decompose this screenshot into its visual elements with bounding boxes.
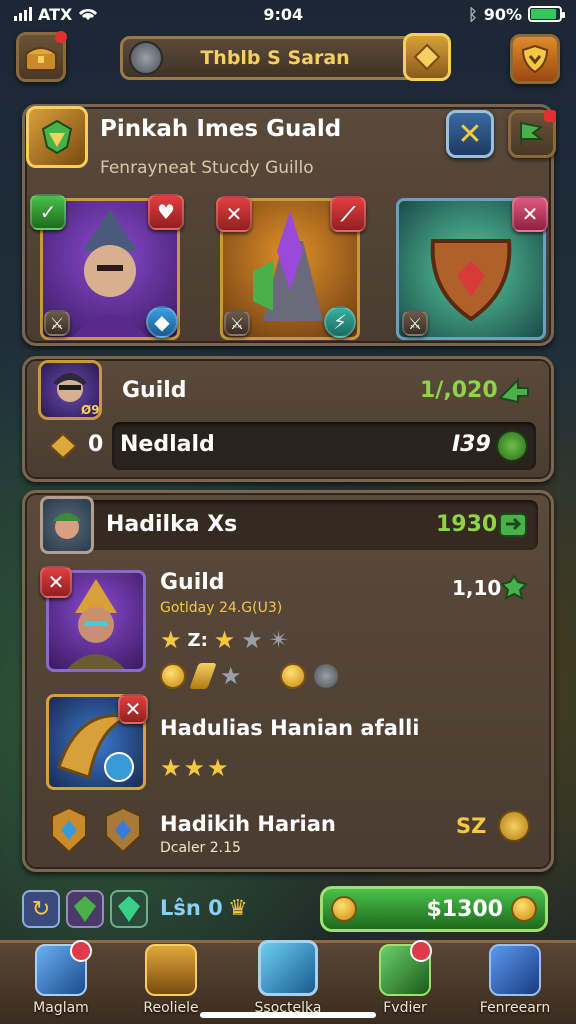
- star-empty-icon: ★: [241, 626, 263, 654]
- heart-badge: ♥: [148, 194, 184, 230]
- close-badge[interactable]: ✕: [512, 196, 548, 232]
- coin-icon: [160, 663, 186, 689]
- crystal-icon: [489, 944, 541, 996]
- bolt-badge: ⚡: [324, 306, 356, 338]
- wifi-icon: [79, 9, 98, 20]
- arrow-right-icon[interactable]: [496, 508, 530, 540]
- entry1-value: 1,10: [452, 576, 502, 600]
- entry3-value: SZ: [456, 814, 487, 838]
- close-badge[interactable]: ✕: [118, 694, 148, 724]
- currency-button[interactable]: $1300: [320, 886, 548, 932]
- sword-badge: ⚔: [44, 310, 70, 336]
- emblem-icon-1[interactable]: [48, 806, 90, 854]
- gold-x-icon: ✕: [457, 116, 483, 152]
- check-badge: ✓: [30, 194, 66, 230]
- inventory-chest-button[interactable]: [16, 31, 67, 82]
- guild-flag-button[interactable]: [508, 110, 556, 158]
- coin-icon: [511, 896, 537, 922]
- star-icon: ★: [160, 626, 182, 654]
- gem-button-1[interactable]: [66, 890, 104, 928]
- sword-badge: ⚔: [224, 310, 250, 336]
- tab-label: Reoliele: [143, 1000, 199, 1016]
- settings-gear-icon[interactable]: [129, 41, 163, 75]
- tab-label: Fvdier: [383, 1000, 427, 1016]
- medal-label: Nedlald: [120, 432, 215, 457]
- entry2-title: Hadulias Hanian afalli: [160, 716, 420, 740]
- signal-icon: [14, 7, 32, 21]
- flag-icon: [520, 121, 544, 145]
- shield-icon: [521, 44, 549, 74]
- tab-fenreearn[interactable]: Fenreearn: [460, 940, 570, 1024]
- medal-count: 0: [88, 432, 104, 457]
- star-broken-icon: ✴: [268, 626, 289, 654]
- shield-button[interactable]: [510, 34, 560, 84]
- hero-header-value: 1930: [436, 512, 498, 537]
- bottom-label: Lŝn 0: [160, 896, 223, 920]
- close-badge[interactable]: ✕: [216, 196, 252, 232]
- guild-subtitle: Fenrayneat Stucdy Guillo: [100, 158, 314, 178]
- star-empty-icon: ★: [220, 662, 242, 690]
- header-bar: Thblb S Saran 8: [120, 33, 451, 81]
- crown-icon: ♛: [228, 896, 248, 921]
- medal-icon[interactable]: [496, 430, 528, 462]
- star-icon: ★: [207, 754, 231, 782]
- tab-label: Maglam: [33, 1000, 89, 1016]
- star-icon: ★: [160, 754, 184, 782]
- entry1-subtitle: Gotlday 24.G(U3): [160, 600, 283, 616]
- refresh-button[interactable]: ↻: [22, 890, 60, 928]
- bluetooth-icon: ᛒ: [468, 4, 478, 24]
- close-badge[interactable]: ✕: [40, 566, 72, 598]
- hero-header-label: Hadilka Xs: [106, 512, 238, 537]
- entry2-stars: ★★★: [160, 754, 231, 782]
- home-indicator[interactable]: [200, 1012, 376, 1018]
- coin-icon: [331, 896, 357, 922]
- crystal-icon: [258, 940, 318, 996]
- status-bar: ATX 9:04 ᛒ 90%: [0, 0, 576, 28]
- emblem-icon-2[interactable]: [102, 806, 144, 854]
- entry3-title: Hadikih Harian: [160, 812, 336, 836]
- shield-badge: ◆: [146, 306, 178, 338]
- rating-row: ★ Z: ★ ★ ✴: [160, 626, 289, 654]
- notification-heart: [410, 940, 432, 962]
- coin-icon: [279, 663, 306, 689]
- rewards-row: ★: [160, 662, 338, 690]
- star-icon: ★: [183, 754, 208, 782]
- medal-value: I39: [452, 432, 491, 457]
- chest-icon: [145, 944, 197, 996]
- arrow-right-icon[interactable]: [496, 374, 532, 406]
- guild-level: Ø9: [81, 403, 100, 417]
- avatar-face-icon: [53, 513, 81, 539]
- battery-icon: [528, 6, 565, 22]
- medal-icon[interactable]: [498, 810, 530, 842]
- close-x-button[interactable]: ✕: [446, 110, 494, 158]
- guild-title: Pinkah Imes Guald: [100, 116, 342, 142]
- notification-dot: [55, 31, 67, 43]
- potion-icon: [313, 664, 338, 688]
- tab-label: Fenreearn: [479, 1000, 551, 1016]
- notification-dot: [544, 110, 556, 122]
- hero-header-avatar[interactable]: [40, 496, 94, 554]
- chest-icon: [25, 47, 57, 71]
- star-icon: ★: [213, 626, 236, 654]
- guild-avatar[interactable]: Ø9: [38, 360, 102, 420]
- entry3-subtitle: Dcaler 2.15: [160, 840, 241, 856]
- guild-row-label: Guild: [122, 378, 187, 403]
- gold-bar-icon: [46, 428, 80, 462]
- gem-icon[interactable]: [403, 33, 451, 81]
- gold-bar-icon: [189, 663, 217, 689]
- guild-emblem-icon: [26, 106, 88, 168]
- entry1-title: Guild: [160, 570, 225, 595]
- rating-text: Z:: [187, 629, 208, 651]
- clock: 9:04: [263, 4, 304, 24]
- currency-value: $1300: [426, 896, 503, 922]
- tab-maglam[interactable]: Maglam: [6, 940, 116, 1024]
- carrier-label: ATX: [38, 4, 73, 24]
- puzzle-icon[interactable]: [500, 574, 528, 602]
- gem-button-2[interactable]: [110, 890, 148, 928]
- guild-row-value: 1/,020: [420, 378, 498, 403]
- sword-badge: ⚔: [402, 310, 428, 336]
- notification-heart: [70, 940, 92, 962]
- battery-percent: 90%: [483, 4, 522, 24]
- sword-badge-red: ⟋: [330, 196, 366, 232]
